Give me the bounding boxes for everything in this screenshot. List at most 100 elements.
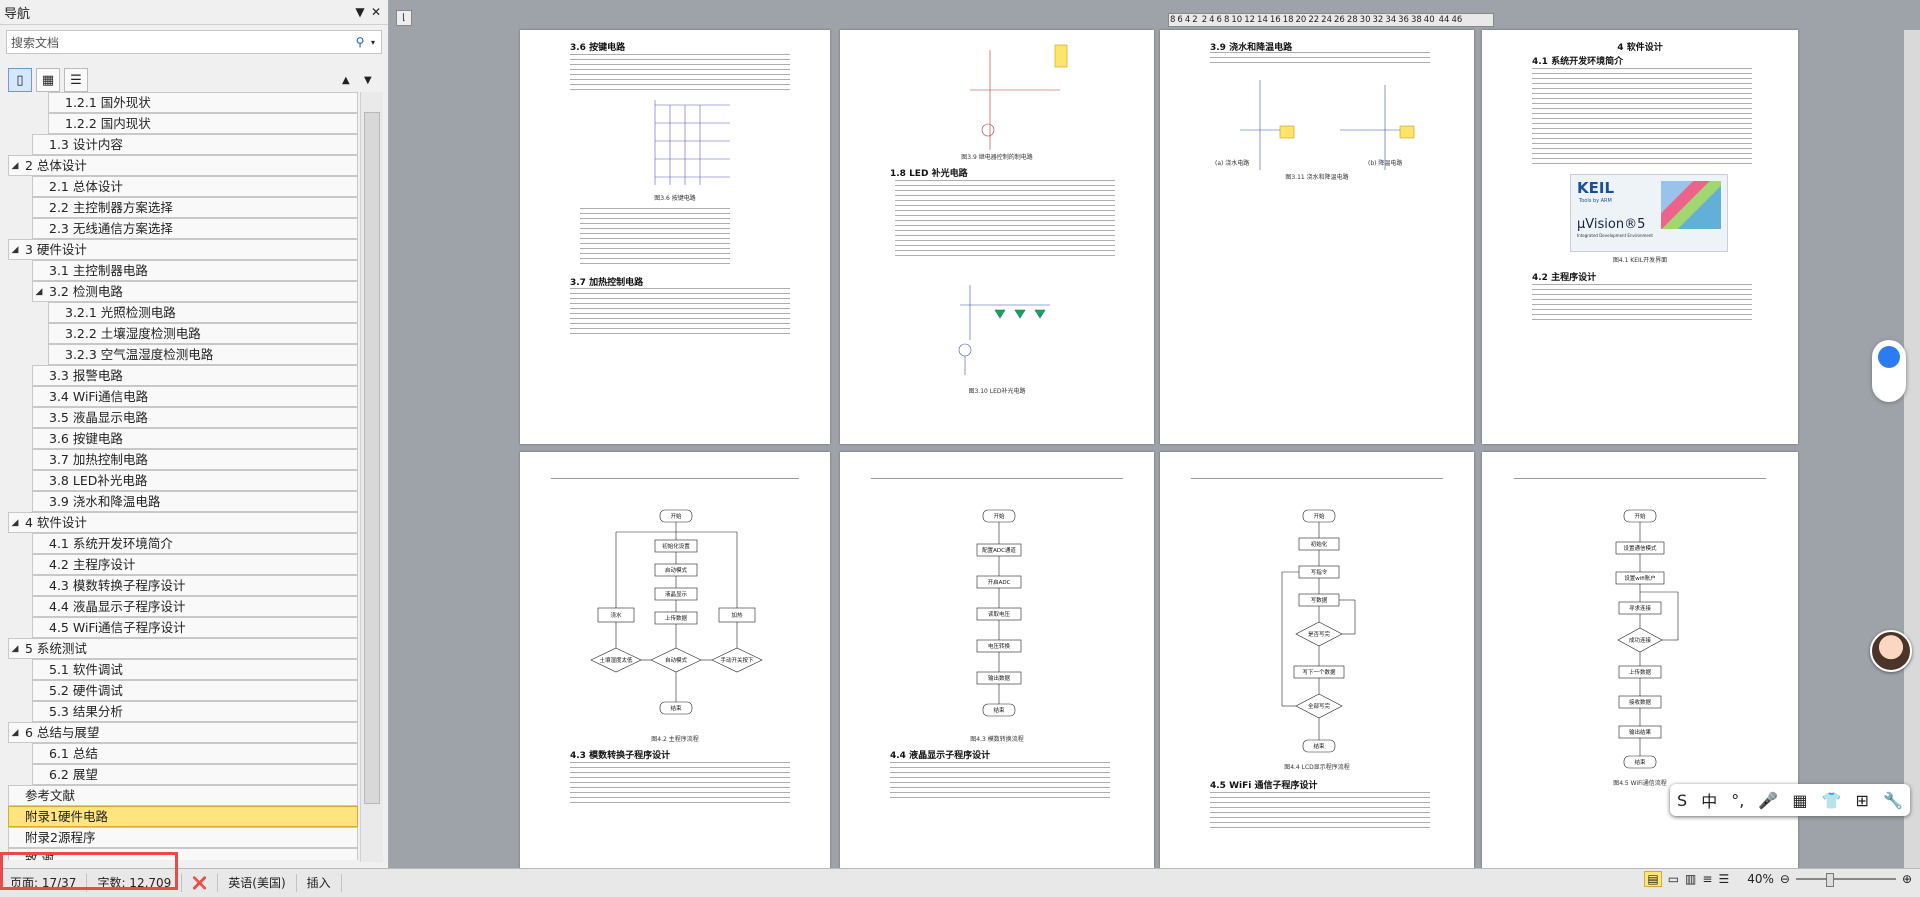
zoom-in-icon[interactable]: ⊕ [1902, 872, 1912, 886]
toc-item[interactable]: 附录2源程序 [8, 827, 358, 848]
outline-view-icon[interactable]: ≡ [1702, 872, 1712, 886]
page-thumbnail-1[interactable]: 3.6 按键电路 图3.6 按键电路 3.7 加热控制电路 [520, 30, 830, 444]
toc-item[interactable]: 4.1 系统开发环境简介 [32, 533, 358, 554]
toc-item[interactable]: 3.9 浇水和降温电路 [32, 491, 358, 512]
insert-mode-status[interactable]: 插入 [297, 874, 342, 892]
toc-item[interactable]: ◢ 3.2 检测电路 [32, 281, 358, 302]
ruler-tick-label: 14 [1257, 15, 1268, 25]
toc-item[interactable]: 5.2 硬件调试 [32, 680, 358, 701]
toc-item-label: 3.3 报警电路 [49, 367, 123, 383]
page-thumbnail-5[interactable]: 开始 初始化设置 启动模式 液晶显示 上传数据 自动模式 浇水 土壤湿度太低 手… [520, 452, 830, 868]
headings-view-tab[interactable]: ▯ [8, 68, 32, 92]
toc-expand-icon[interactable]: ◢ [9, 156, 21, 176]
assistant-avatar[interactable] [1870, 630, 1912, 672]
results-view-tab[interactable]: ☰ [64, 68, 88, 92]
svg-text:寻求连接: 寻求连接 [1629, 604, 1652, 612]
ime-tool-icon[interactable]: 🎤 [1758, 791, 1778, 810]
toc-item-label: 4 软件设计 [25, 514, 87, 530]
toc-item[interactable]: 4.2 主程序设计 [32, 554, 358, 575]
toc-item[interactable]: 1.2.2 国内现状 [48, 113, 358, 134]
toc-expand-icon[interactable]: ◢ [9, 723, 21, 743]
page-thumbnail-4[interactable]: 4 软件设计 4.1 系统开发环境简介 KEIL Tools by ARM µV… [1482, 30, 1798, 444]
search-input[interactable]: 搜索文档 [7, 34, 349, 51]
spellcheck-icon[interactable]: ❌ [182, 874, 219, 892]
ime-tool-icon[interactable]: °, [1731, 791, 1744, 810]
toc-item[interactable]: 参考文献 [8, 785, 358, 806]
page-thumbnail-2[interactable]: 图3.9 继电器控制的制电路 1.8 LED 补光电路 图3.10 LED补光电… [840, 30, 1154, 444]
toc-item[interactable]: 3.7 加热控制电路 [32, 449, 358, 470]
toc-item[interactable]: 5.3 结果分析 [32, 701, 358, 722]
toc-item[interactable]: ◢ 5 系统测试 [8, 638, 358, 659]
toc-expand-icon[interactable]: ◢ [9, 240, 21, 260]
previous-heading-icon[interactable]: ▲ [342, 75, 360, 86]
search-icon[interactable]: ⚲ [349, 35, 371, 49]
toc-item[interactable]: 2.3 无线通信方案选择 [32, 218, 358, 239]
svg-text:设置通信模式: 设置通信模式 [1623, 544, 1657, 552]
toc-item[interactable]: 4.5 WiFi通信子程序设计 [32, 617, 358, 638]
page4-chapter-heading: 4 软件设计 [1617, 43, 1663, 53]
toc-item[interactable]: 4.3 模数转换子程序设计 [32, 575, 358, 596]
toc-expand-icon[interactable]: ◢ [9, 513, 21, 533]
ime-tool-icon[interactable]: 👕 [1822, 791, 1842, 810]
nav-search-box[interactable]: 搜索文档 ⚲ ▾ [6, 30, 382, 54]
pages-view-tab[interactable]: ▦ [36, 68, 60, 92]
page-thumbnail-6[interactable]: 开始 配置ADC通道 开启ADC 读取电压 电压转换 输出数据 结束 图4.3 … [840, 452, 1154, 868]
ruler-toggle-button[interactable]: ⌊ [396, 10, 412, 26]
ime-tool-icon[interactable]: ⊞ [1856, 791, 1869, 810]
toc-item[interactable]: 3.5 液晶显示电路 [32, 407, 358, 428]
print-layout-icon[interactable]: ▤ [1644, 871, 1662, 887]
vertical-scrollbar[interactable] [1904, 30, 1920, 868]
toc-item[interactable]: 6.2 展望 [32, 764, 358, 785]
toc-item[interactable]: 6.1 总结 [32, 743, 358, 764]
draft-view-icon[interactable]: ☰ [1718, 872, 1729, 886]
toc-item[interactable]: 4.4 液晶显示子程序设计 [32, 596, 358, 617]
toc-item[interactable]: 3.2.2 土壤湿度检测电路 [48, 323, 358, 344]
ruler-tick-label: 22 [1308, 15, 1320, 25]
toc-item[interactable]: 2.1 总体设计 [32, 176, 358, 197]
ruler-tick-label: 12 [1244, 15, 1256, 25]
toc-item[interactable]: 3.8 LED补光电路 [32, 470, 358, 491]
toc-item-label: 3.7 加热控制电路 [49, 451, 148, 467]
toc-item[interactable]: ◢ 2 总体设计 [8, 155, 358, 176]
nav-view-tabs: ▯ ▦ ☰ ▲ ▼ [8, 68, 382, 92]
toc-item[interactable]: ◢ 6 总结与展望 [8, 722, 358, 743]
horizontal-ruler[interactable]: 8 6 4 2 2 4 6 8 10 12 14 16 18 20 22 24 26 28 30 32 34 36 38 40… [1168, 13, 1494, 27]
zoom-level[interactable]: 40% [1747, 872, 1774, 886]
zoom-slider[interactable] [1795, 873, 1896, 887]
svg-text:输出数据: 输出数据 [988, 674, 1011, 682]
ruler-tick-label: 30 [1359, 15, 1371, 25]
ime-tool-icon[interactable]: 🔧 [1883, 791, 1903, 810]
web-layout-icon[interactable]: ▥ [1685, 872, 1696, 886]
toc-item[interactable]: 附录1硬件电路 [8, 806, 358, 827]
toc-expand-icon[interactable]: ◢ [33, 282, 45, 302]
toc-item[interactable]: 3.1 主控制器电路 [32, 260, 358, 281]
full-screen-view-icon[interactable]: ▭ [1668, 872, 1679, 886]
ime-tool-icon[interactable]: ▦ [1792, 791, 1807, 810]
toc-item[interactable]: 3.4 WiFi通信电路 [32, 386, 358, 407]
ime-tool-icon[interactable]: 中 [1701, 788, 1717, 812]
floating-assistant-button[interactable] [1872, 340, 1906, 402]
page-thumbnail-7[interactable]: 开始 初始化 写指令 写数据 是否写完 写下一个数据 全部写完 结束 图4.4 … [1160, 452, 1474, 868]
ime-tool-icon[interactable]: S [1677, 791, 1687, 810]
toc-item[interactable]: 1.2.1 国外现状 [48, 92, 358, 113]
ruler-tick-label: 34 [1385, 15, 1397, 25]
toc-item[interactable]: ◢ 3 硬件设计 [8, 239, 358, 260]
toc-expand-icon[interactable]: ◢ [9, 639, 21, 659]
language-status[interactable]: 英语(美国) [218, 874, 297, 892]
toc-item[interactable]: 2.2 主控制器方案选择 [32, 197, 358, 218]
nav-dropdown-icon[interactable]: ▼ [352, 5, 368, 19]
nav-close-icon[interactable]: ✕ [368, 5, 384, 19]
next-heading-icon[interactable]: ▼ [364, 75, 382, 86]
toc-item[interactable]: 3.2.1 光照检测电路 [48, 302, 358, 323]
toc-item[interactable]: 5.1 软件调试 [32, 659, 358, 680]
nav-scrollbar[interactable] [360, 92, 383, 862]
toc-item[interactable]: 3.3 报警电路 [32, 365, 358, 386]
svg-text:液晶显示: 液晶显示 [665, 590, 688, 598]
page-thumbnail-3[interactable]: 3.9 浇水和降温电路 (a) 浇水电路 (b) 降温电路 图3.11 浇水和降… [1160, 30, 1474, 444]
toc-item[interactable]: 1.3 设计内容 [32, 134, 358, 155]
toc-item[interactable]: 3.6 按键电路 [32, 428, 358, 449]
zoom-out-icon[interactable]: ⊖ [1780, 872, 1790, 886]
search-dropdown-icon[interactable]: ▾ [371, 38, 381, 47]
toc-item[interactable]: 3.2.3 空气温湿度检测电路 [48, 344, 358, 365]
toc-item[interactable]: ◢ 4 软件设计 [8, 512, 358, 533]
